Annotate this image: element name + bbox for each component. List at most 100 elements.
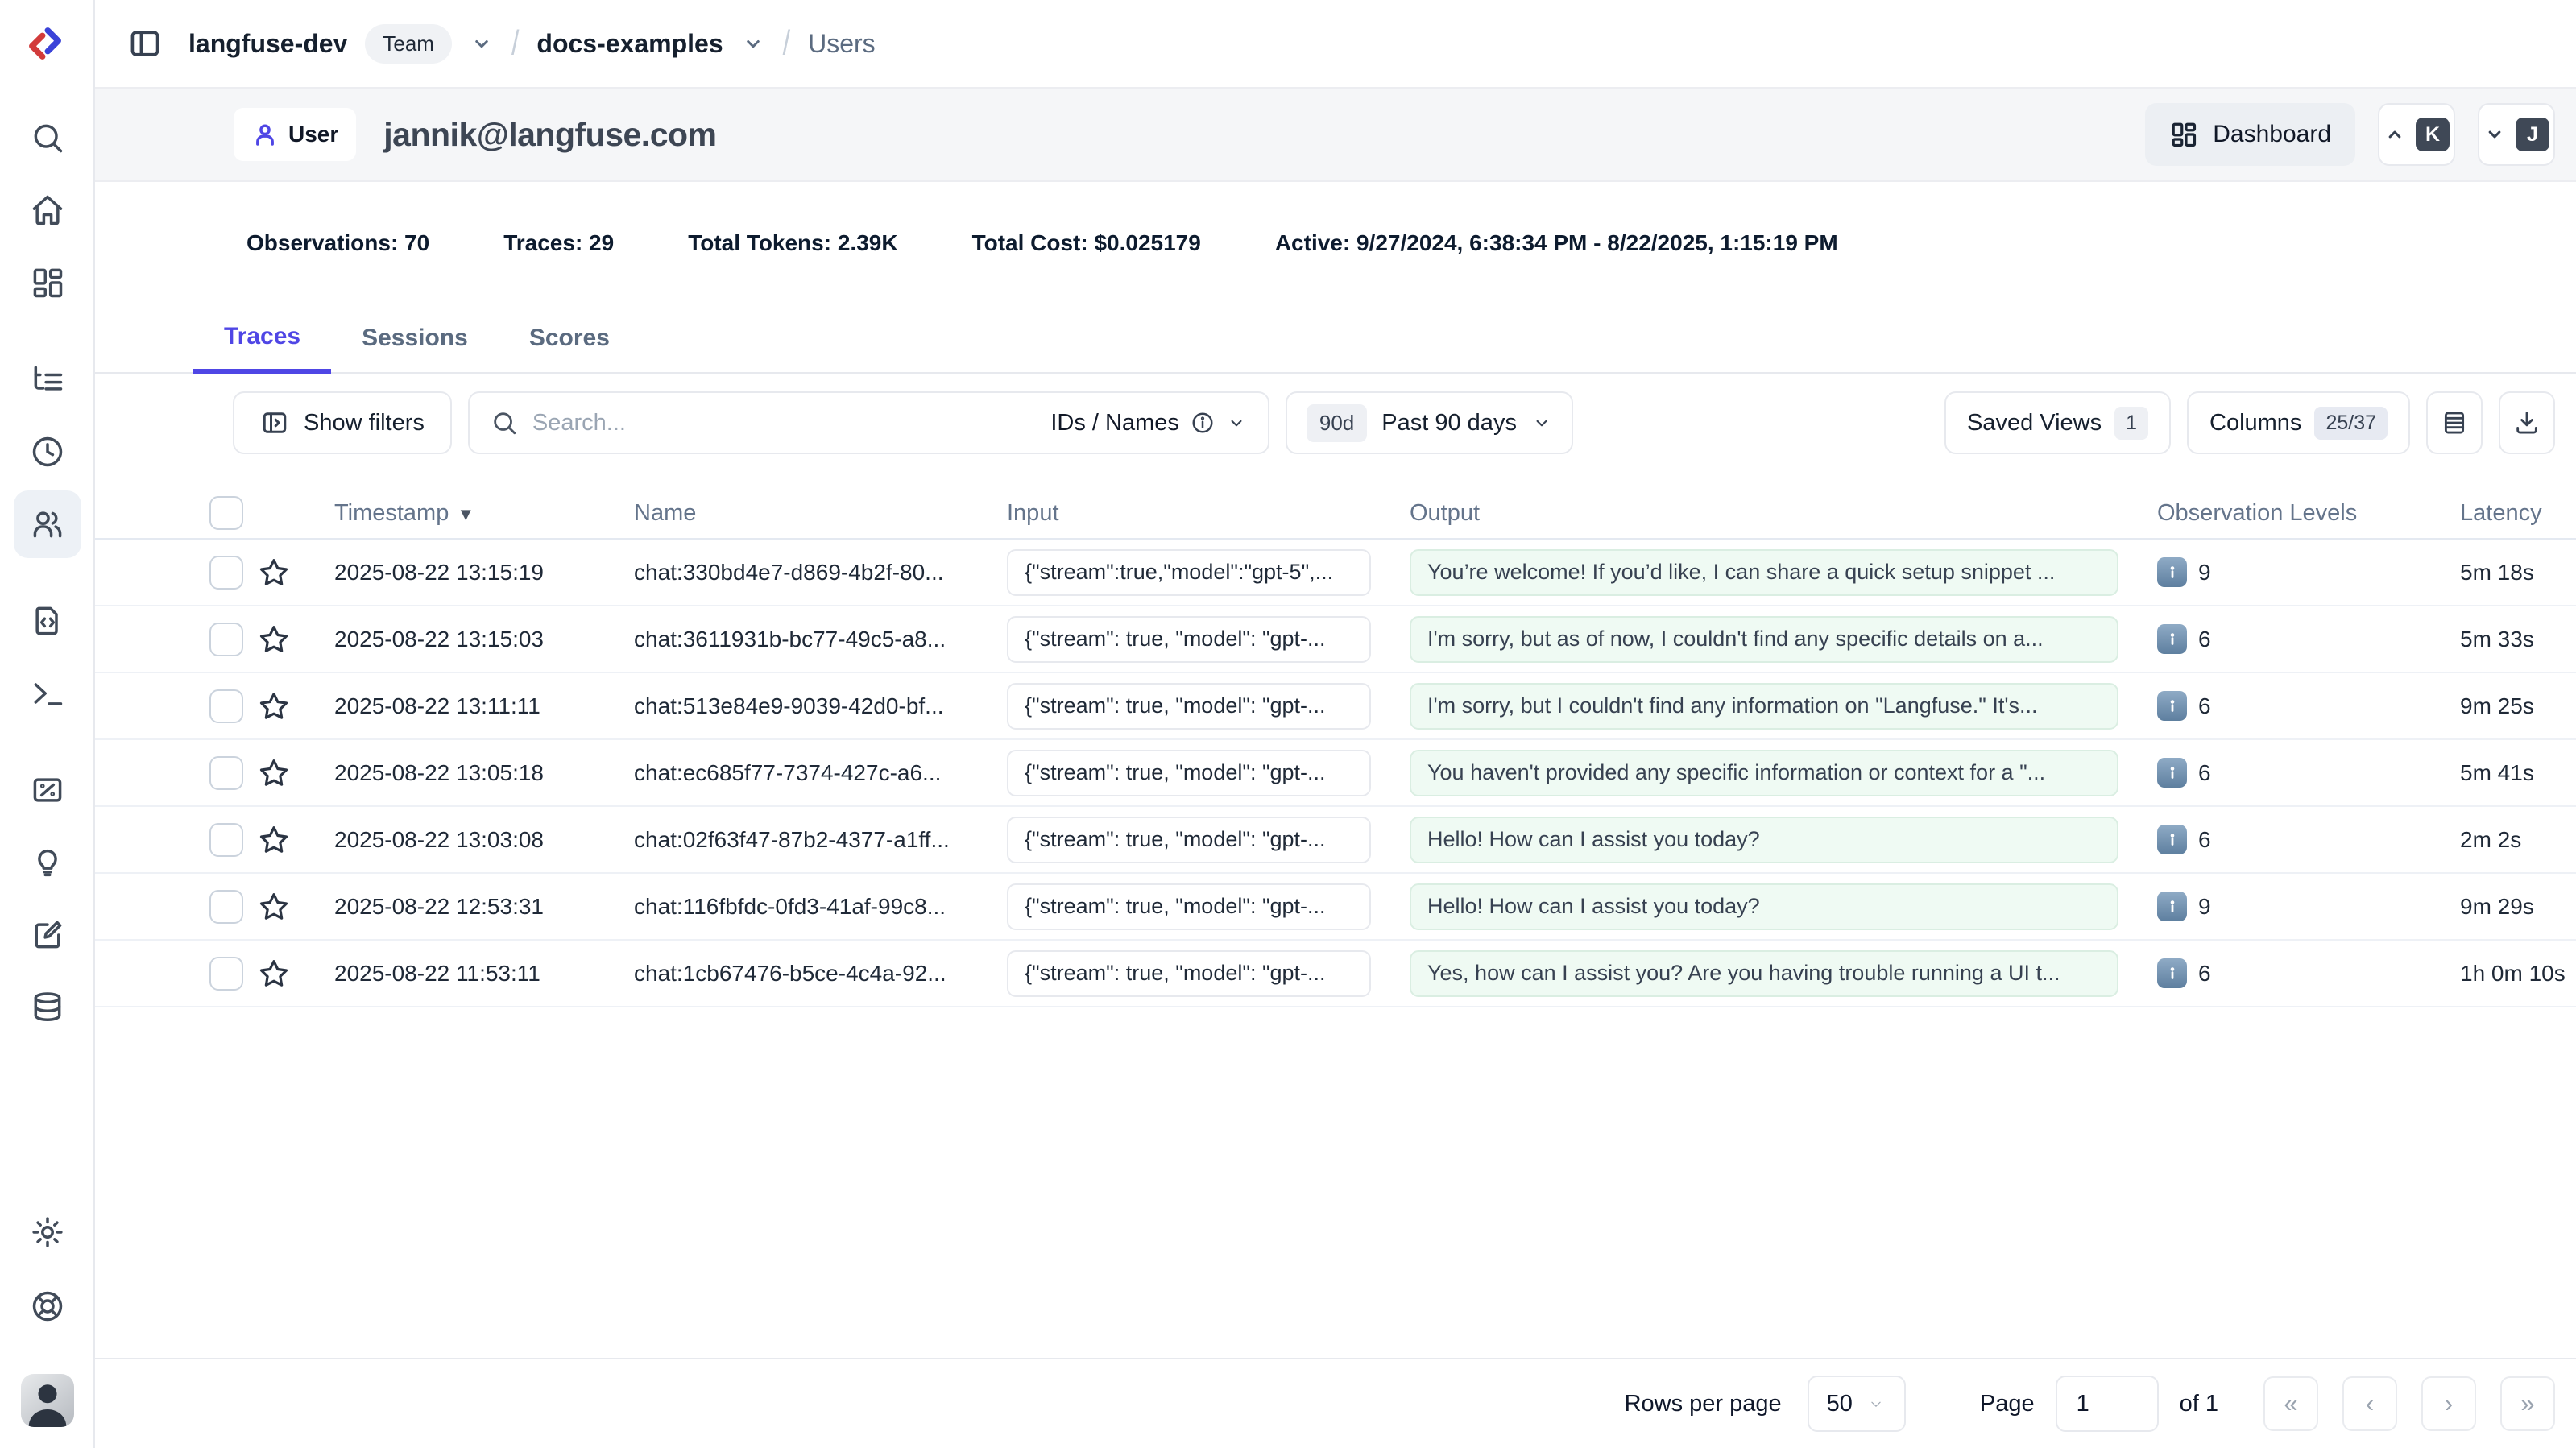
table-row[interactable]: 2025-08-22 13:15:19 chat:330bd4e7-d869-4…: [95, 540, 2576, 606]
header-latency[interactable]: Latency: [2424, 500, 2576, 527]
search-box[interactable]: IDs / Names: [468, 391, 1269, 454]
chevron-down-icon: [1866, 1393, 1886, 1414]
pagination-bar: Rows per page 50 Page 1 of 1 « ‹ › »: [95, 1358, 2576, 1448]
row-checkbox[interactable]: [209, 623, 243, 656]
previous-page-button[interactable]: ‹: [2342, 1376, 2397, 1431]
bookmark-star-icon[interactable]: [258, 824, 290, 856]
header-output[interactable]: Output: [1373, 500, 2121, 527]
llm-as-judge-bulb-icon[interactable]: [14, 827, 81, 895]
cell-observation-count: 9: [2198, 894, 2211, 920]
cell-latency: 9m 29s: [2424, 894, 2576, 920]
row-checkbox[interactable]: [209, 823, 243, 857]
bookmark-star-icon[interactable]: [258, 623, 290, 656]
user-header: User jannik@langfuse.com Dashboard K J: [95, 87, 2576, 182]
datasets-icon[interactable]: [14, 974, 81, 1041]
bookmark-star-icon[interactable]: [258, 891, 290, 923]
cell-input[interactable]: {"stream": true, "model": "gpt-...: [1007, 750, 1371, 796]
next-page-button[interactable]: ›: [2421, 1376, 2476, 1431]
evaluators-icon[interactable]: [14, 756, 81, 824]
cell-output[interactable]: You haven't provided any specific inform…: [1410, 750, 2118, 796]
sessions-clock-icon[interactable]: [14, 418, 81, 486]
search-mode-selector[interactable]: IDs / Names: [1050, 410, 1247, 436]
langfuse-logo[interactable]: [19, 18, 71, 69]
chevron-down-icon[interactable]: [470, 31, 494, 56]
next-item-button[interactable]: J: [2478, 103, 2555, 166]
date-range-button[interactable]: 90d Past 90 days: [1286, 391, 1573, 454]
saved-views-button[interactable]: Saved Views 1: [1944, 391, 2171, 454]
cell-timestamp: 2025-08-22 13:15:19: [298, 560, 598, 585]
header-input[interactable]: Input: [971, 500, 1373, 527]
table-row[interactable]: 2025-08-22 11:53:11 chat:1cb67476-b5ce-4…: [95, 941, 2576, 1007]
filter-bar: Show filters IDs / Names 90d Past 90 day…: [95, 374, 2576, 454]
user-avatar[interactable]: [21, 1374, 74, 1427]
cell-input[interactable]: {"stream": true, "model": "gpt-...: [1007, 683, 1371, 730]
tab-traces[interactable]: Traces: [193, 304, 331, 374]
rows-per-page-select[interactable]: 50: [1808, 1376, 1906, 1432]
row-height-icon: [2441, 409, 2468, 436]
tracing-icon[interactable]: [14, 345, 81, 413]
cell-output[interactable]: Hello! How can I assist you today?: [1410, 817, 2118, 863]
row-height-button[interactable]: [2426, 391, 2483, 454]
cell-output[interactable]: Hello! How can I assist you today?: [1410, 883, 2118, 930]
header-name[interactable]: Name: [598, 500, 971, 527]
breadcrumb-environment[interactable]: docs-examples: [536, 29, 723, 59]
header-timestamp[interactable]: Timestamp▼: [298, 500, 598, 527]
export-download-button[interactable]: [2499, 391, 2555, 454]
table-row[interactable]: 2025-08-22 13:11:11 chat:513e84e9-9039-4…: [95, 673, 2576, 740]
home-icon[interactable]: [14, 176, 81, 244]
dashboard-grid-icon: [2169, 120, 2198, 149]
dashboard-icon[interactable]: [14, 249, 81, 316]
cell-output[interactable]: Yes, how can I assist you? Are you havin…: [1410, 950, 2118, 997]
first-page-button[interactable]: «: [2263, 1376, 2318, 1431]
table-row[interactable]: 2025-08-22 13:03:08 chat:02f63f47-87b2-4…: [95, 807, 2576, 874]
bookmark-star-icon[interactable]: [258, 958, 290, 990]
cell-input[interactable]: {"stream": true, "model": "gpt-...: [1007, 817, 1371, 863]
cell-name: chat:116fbfdc-0fd3-41af-99c8...: [598, 894, 971, 920]
search-icon[interactable]: [14, 104, 81, 172]
last-page-button[interactable]: »: [2500, 1376, 2555, 1431]
row-checkbox[interactable]: [209, 957, 243, 991]
columns-button[interactable]: Columns 25/37: [2187, 391, 2410, 454]
sidebar-toggle-icon[interactable]: [122, 21, 168, 66]
bookmark-star-icon[interactable]: [258, 556, 290, 589]
row-checkbox[interactable]: [209, 890, 243, 924]
cell-output[interactable]: You’re welcome! If you’d like, I can sha…: [1410, 549, 2118, 596]
table-row[interactable]: 2025-08-22 13:05:18 chat:ec685f77-7374-4…: [95, 740, 2576, 807]
cell-output[interactable]: I'm sorry, but I couldn't find any infor…: [1410, 683, 2118, 730]
cell-output[interactable]: I'm sorry, but as of now, I couldn't fin…: [1410, 616, 2118, 663]
prompts-icon[interactable]: [14, 587, 81, 655]
page-number-input[interactable]: 1: [2056, 1376, 2159, 1432]
table-row[interactable]: 2025-08-22 13:15:03 chat:3611931b-bc77-4…: [95, 606, 2576, 673]
row-checkbox[interactable]: [209, 556, 243, 590]
previous-item-button[interactable]: K: [2378, 103, 2455, 166]
cell-input[interactable]: {"stream": true, "model": "gpt-...: [1007, 616, 1371, 663]
select-all-checkbox[interactable]: [209, 496, 243, 530]
user-stats-row: Observations: 70 Traces: 29 Total Tokens…: [95, 182, 2576, 304]
cell-input[interactable]: {"stream":true,"model":"gpt-5",...: [1007, 549, 1371, 596]
bookmark-star-icon[interactable]: [258, 757, 290, 789]
cell-input[interactable]: {"stream": true, "model": "gpt-...: [1007, 883, 1371, 930]
breadcrumb-project[interactable]: langfuse-dev: [188, 29, 347, 59]
table-row[interactable]: 2025-08-22 12:53:31 chat:116fbfdc-0fd3-4…: [95, 874, 2576, 941]
tab-scores[interactable]: Scores: [499, 304, 640, 372]
users-icon[interactable]: [14, 490, 81, 558]
tab-sessions[interactable]: Sessions: [331, 304, 499, 372]
cell-input[interactable]: {"stream": true, "model": "gpt-...: [1007, 950, 1371, 997]
support-lifebuoy-icon[interactable]: [14, 1272, 81, 1340]
playground-terminal-icon[interactable]: [14, 660, 81, 727]
settings-gear-icon[interactable]: [14, 1198, 81, 1266]
info-level-icon: [2157, 557, 2187, 587]
dashboard-button[interactable]: Dashboard: [2145, 103, 2355, 166]
cell-latency: 5m 41s: [2424, 760, 2576, 786]
breadcrumb-separator: /: [783, 24, 790, 64]
bookmark-star-icon[interactable]: [258, 690, 290, 722]
search-input[interactable]: [532, 410, 1036, 436]
chevron-down-icon[interactable]: [741, 31, 765, 56]
download-icon: [2513, 409, 2541, 436]
row-checkbox[interactable]: [209, 689, 243, 723]
header-observation-levels[interactable]: Observation Levels: [2121, 500, 2424, 527]
show-filters-button[interactable]: Show filters: [233, 391, 452, 454]
annotation-queues-icon[interactable]: [14, 901, 81, 969]
info-level-icon: [2157, 691, 2187, 721]
row-checkbox[interactable]: [209, 756, 243, 790]
